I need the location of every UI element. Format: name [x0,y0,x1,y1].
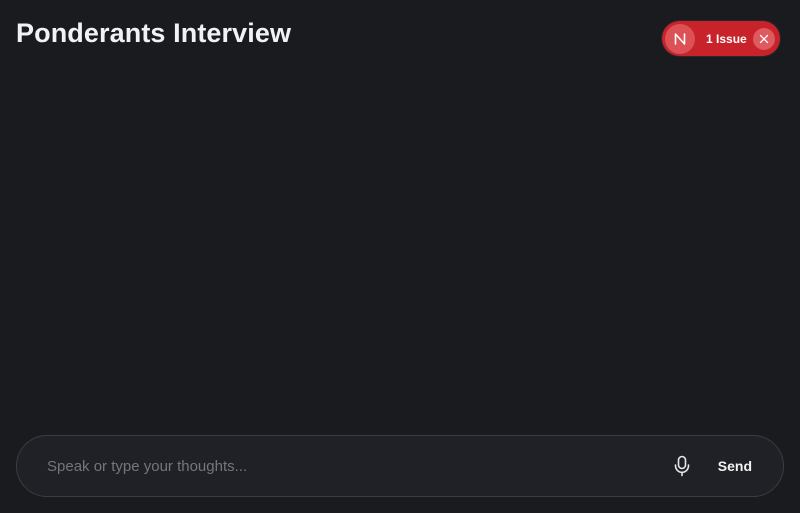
microphone-button[interactable] [667,451,697,481]
nextjs-logo-icon[interactable] [665,23,695,54]
dev-issues-indicator[interactable]: 1 Issue [662,21,780,56]
close-icon [759,34,769,43]
message-composer: Send [16,435,784,497]
app-root: Ponderants Interview 1 Issue Send [0,0,800,513]
dismiss-issues-button[interactable] [753,27,775,50]
microphone-icon [674,455,690,477]
issues-count-label[interactable]: 1 Issue [706,32,747,46]
thoughts-input[interactable] [45,445,659,487]
send-button[interactable]: Send [718,458,752,474]
page-title: Ponderants Interview [16,18,292,48]
conversation-area [0,70,800,425]
